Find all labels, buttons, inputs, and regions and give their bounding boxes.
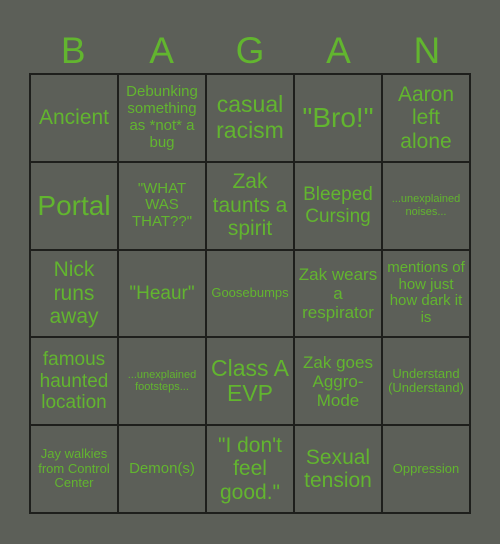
bingo-cell[interactable]: Zak goes Aggro-Mode [294,337,382,426]
header-letter: N [413,30,441,71]
bingo-cell[interactable]: famous haunted location [30,337,118,426]
bingo-cell[interactable]: Nick runs away [30,249,118,338]
header-letter: A [326,30,351,71]
bingo-cell[interactable]: ...unexplained footsteps... [118,337,206,426]
bingo-cell[interactable]: ...unexplained noises... [382,161,470,250]
bingo-cell[interactable]: Oppression [382,425,470,513]
bingo-cell[interactable]: "I don't feel good." [206,425,294,513]
bingo-cell[interactable]: "Heaur" [118,249,206,338]
bingo-cell[interactable]: Portal [30,161,118,250]
bingo-cell[interactable]: Jay walkies from Control Center [30,425,118,513]
bingo-header: B A G A N [29,28,471,73]
bingo-cell[interactable]: Ancient [30,74,118,162]
bingo-cell[interactable]: Demon(s) [118,425,206,513]
bingo-cell[interactable]: mentions of how just how dark it is [382,249,470,338]
bingo-cell[interactable]: Zak taunts a spirit [206,161,294,250]
bingo-cell[interactable]: "Bro!" [294,74,382,162]
bingo-cell[interactable]: Class A EVP [206,337,294,426]
bingo-cell[interactable]: Aaron left alone [382,74,470,162]
header-letter: B [60,30,86,71]
bingo-card-grid: Ancient Debunking something as *not* a bu… [29,73,471,514]
header-letter: G [235,30,265,71]
bingo-cell[interactable]: Debunking something as *not* a bug [118,74,206,162]
bingo-cell[interactable]: Bleeped Cursing [294,161,382,250]
bingo-cell[interactable]: Zak wears a respirator [294,249,382,338]
bingo-cell[interactable]: Goosebumps [206,249,294,338]
bingo-cell[interactable]: Sexual tension [294,425,382,513]
bingo-cell[interactable]: casual racism [206,74,294,162]
bingo-cell[interactable]: Understand (Understand) [382,337,470,426]
bingo-cell[interactable]: "WHAT WAS THAT??" [118,161,206,250]
header-letter: A [149,30,174,71]
